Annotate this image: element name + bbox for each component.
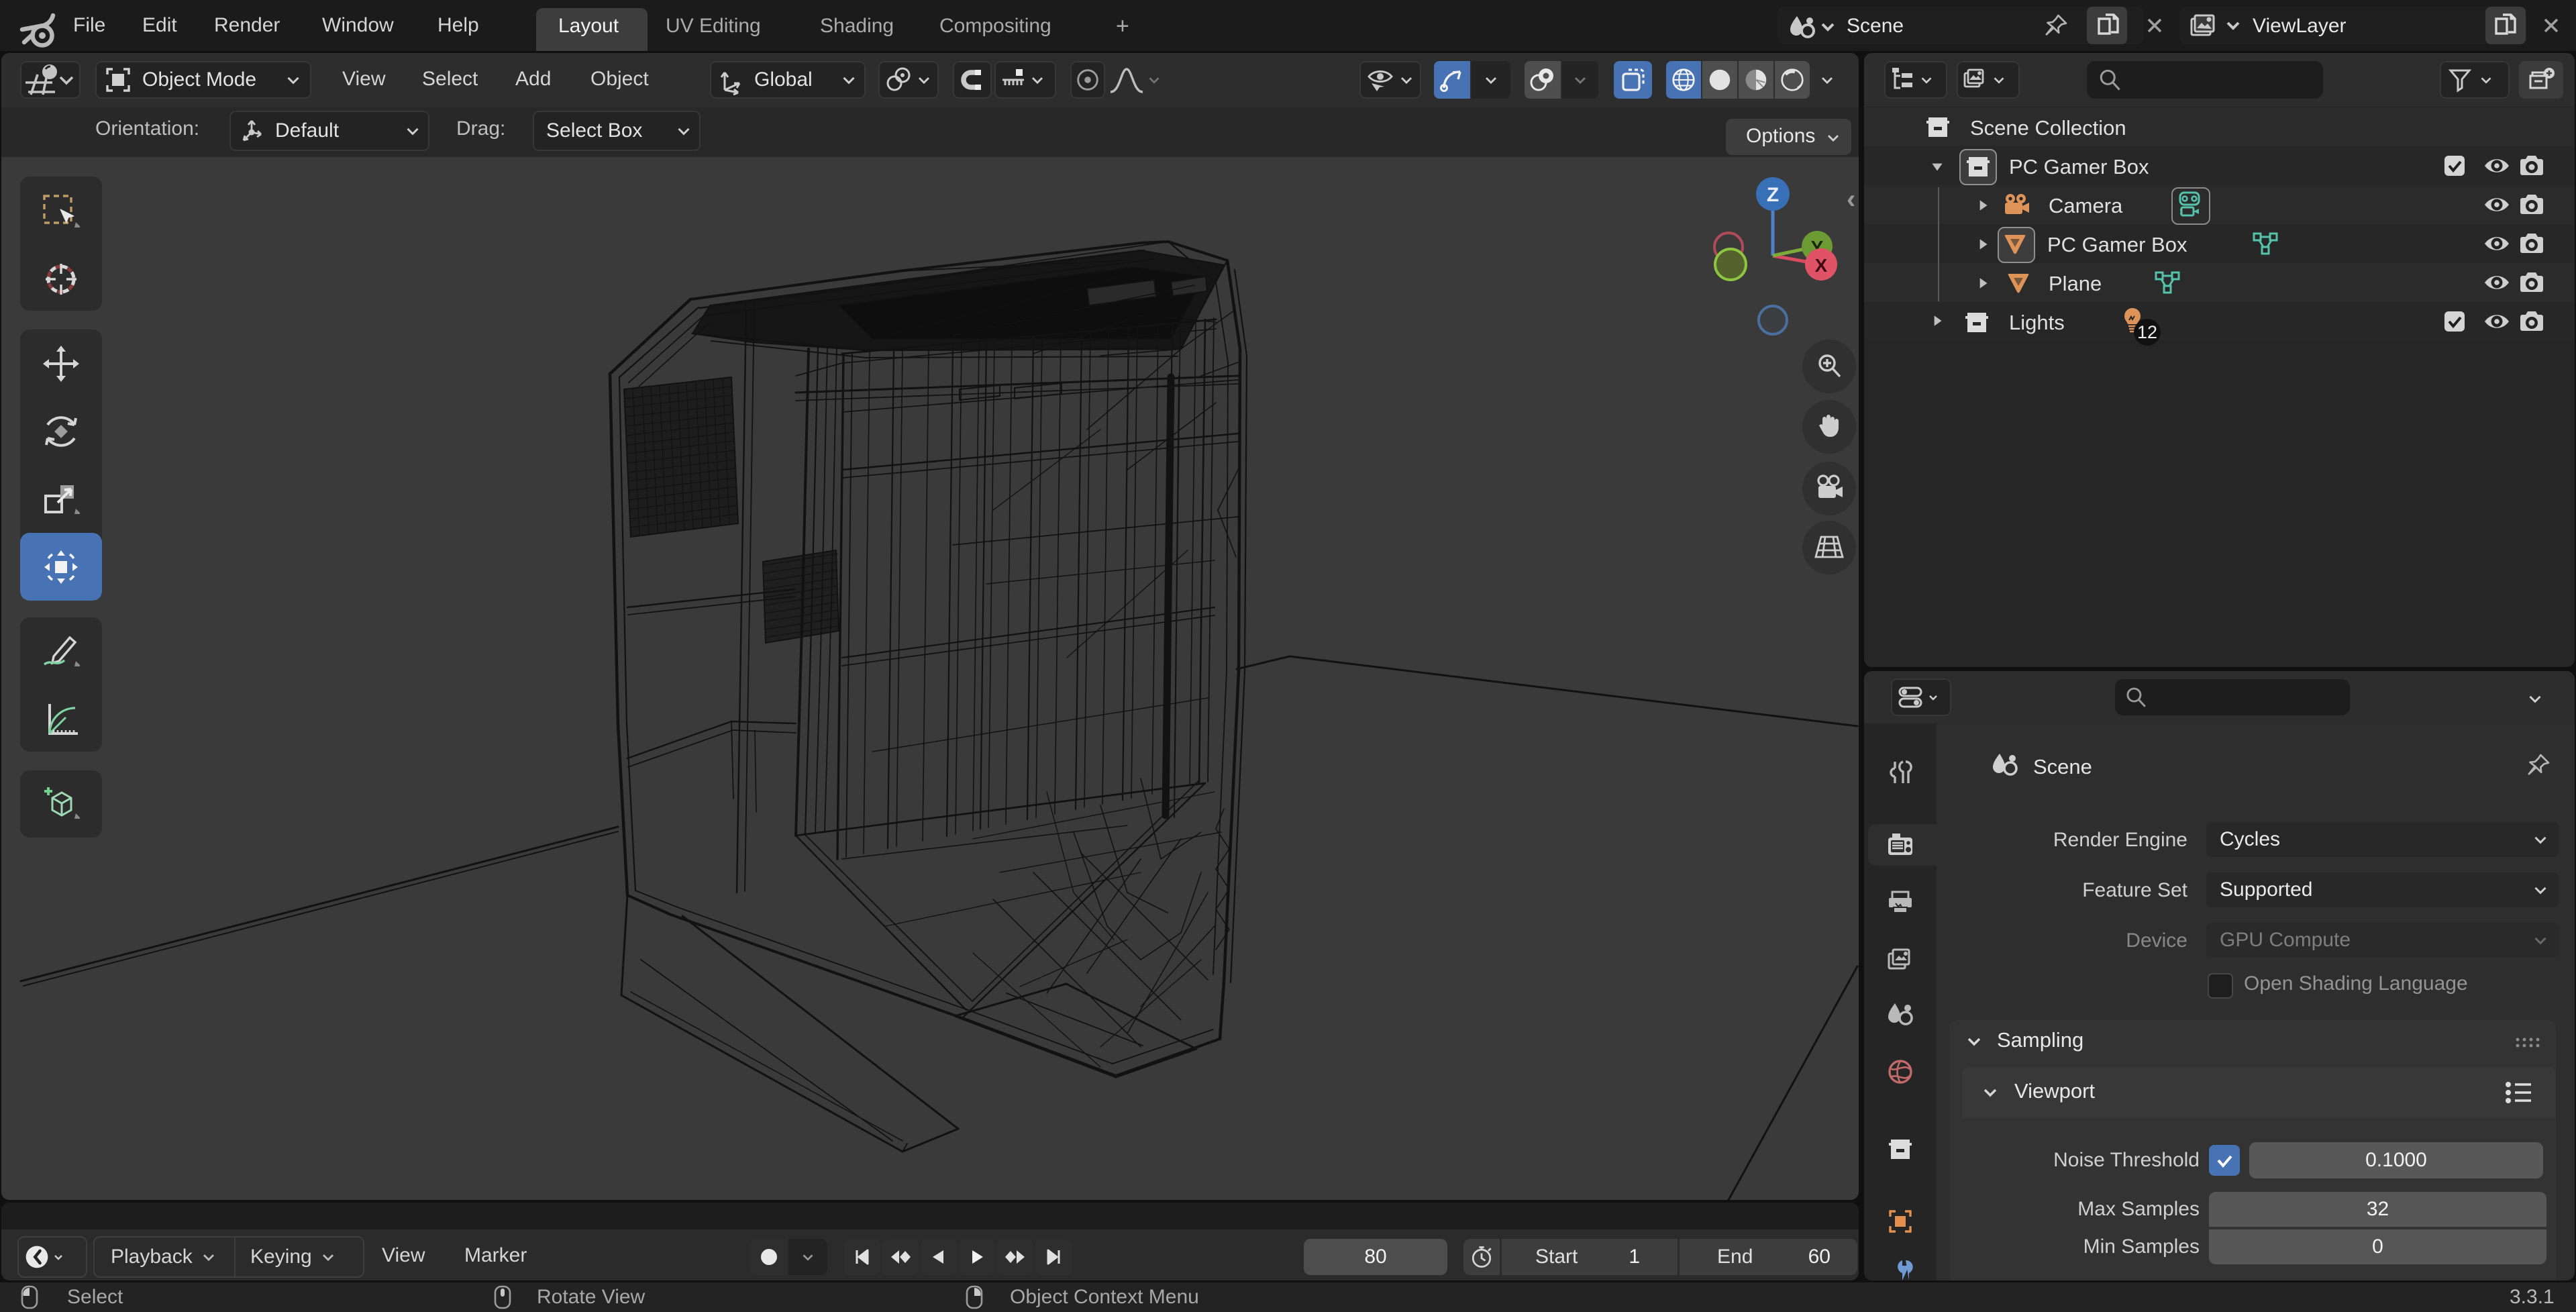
svg-text:Z: Z (1767, 184, 1779, 206)
svg-text:X: X (1815, 255, 1828, 276)
